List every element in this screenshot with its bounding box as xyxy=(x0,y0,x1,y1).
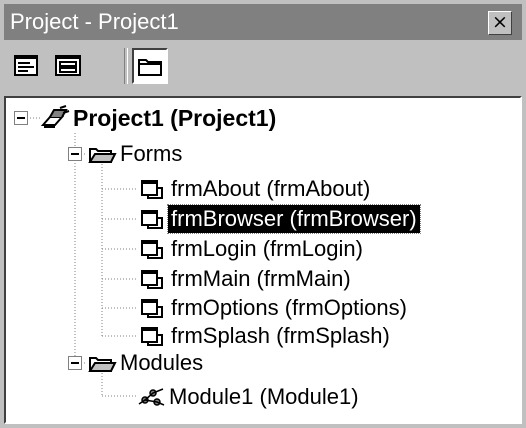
project-explorer-window: Project - Project1 × Project1 (Project1)… xyxy=(0,0,526,428)
tree-node-module[interactable]: Module1 (Module1) xyxy=(136,382,362,412)
toolbar-separator xyxy=(124,48,128,84)
tree-node-form[interactable]: frmMain (frmMain) xyxy=(138,264,354,294)
toolbar xyxy=(4,42,522,90)
tree-node-form[interactable]: frmOptions (frmOptions) xyxy=(138,293,410,323)
view-object-icon xyxy=(55,55,81,76)
expander-modules[interactable] xyxy=(68,356,82,370)
view-code-icon xyxy=(14,55,38,76)
window-title: Project - Project1 xyxy=(10,9,179,34)
form-icon xyxy=(141,270,163,289)
folder-open-icon xyxy=(88,148,117,163)
view-code-button[interactable] xyxy=(8,48,44,84)
form-icon xyxy=(141,240,163,259)
form-label: frmOptions (frmOptions) xyxy=(171,295,407,320)
form-label: frmAbout (frmAbout) xyxy=(171,176,371,201)
tree-node-modules-folder[interactable]: Modules xyxy=(87,348,206,378)
forms-folder-label: Forms xyxy=(120,141,183,166)
module-icon xyxy=(138,388,165,406)
project-label: Project1 (Project1) xyxy=(73,104,277,131)
form-label: frmSplash (frmSplash) xyxy=(171,323,390,348)
tree-node-form[interactable]: frmAbout (frmAbout) xyxy=(138,174,373,204)
title-bar[interactable]: Project - Project1 × xyxy=(4,4,522,40)
toggle-folders-icon xyxy=(138,59,162,76)
project-icon xyxy=(40,105,70,128)
form-icon xyxy=(141,299,163,318)
form-icon xyxy=(141,327,163,346)
tree-node-form[interactable]: frmSplash (frmSplash) xyxy=(138,321,393,351)
form-icon xyxy=(141,210,163,229)
module-label: Module1 (Module1) xyxy=(169,384,359,409)
form-label: frmBrowser (frmBrowser) xyxy=(167,204,421,234)
close-icon[interactable]: × xyxy=(488,11,512,35)
form-label: frmLogin (frmLogin) xyxy=(171,236,363,261)
folder-open-icon xyxy=(88,357,117,372)
project-tree[interactable]: Project1 (Project1) Forms frmAbout (frmA… xyxy=(4,96,522,424)
tree-node-project[interactable]: Project1 (Project1) xyxy=(40,103,279,133)
expander-project[interactable] xyxy=(14,111,28,125)
form-icon xyxy=(141,180,163,199)
form-label: frmMain (frmMain) xyxy=(171,266,351,291)
modules-folder-label: Modules xyxy=(120,350,204,375)
view-object-button[interactable] xyxy=(50,48,86,84)
toggle-folders-button[interactable] xyxy=(132,48,168,84)
tree-node-form[interactable]: frmLogin (frmLogin) xyxy=(138,234,366,264)
tree-node-forms-folder[interactable]: Forms xyxy=(87,139,185,169)
tree-node-form-selected[interactable]: frmBrowser (frmBrowser) xyxy=(138,204,421,234)
expander-forms[interactable] xyxy=(68,147,82,161)
